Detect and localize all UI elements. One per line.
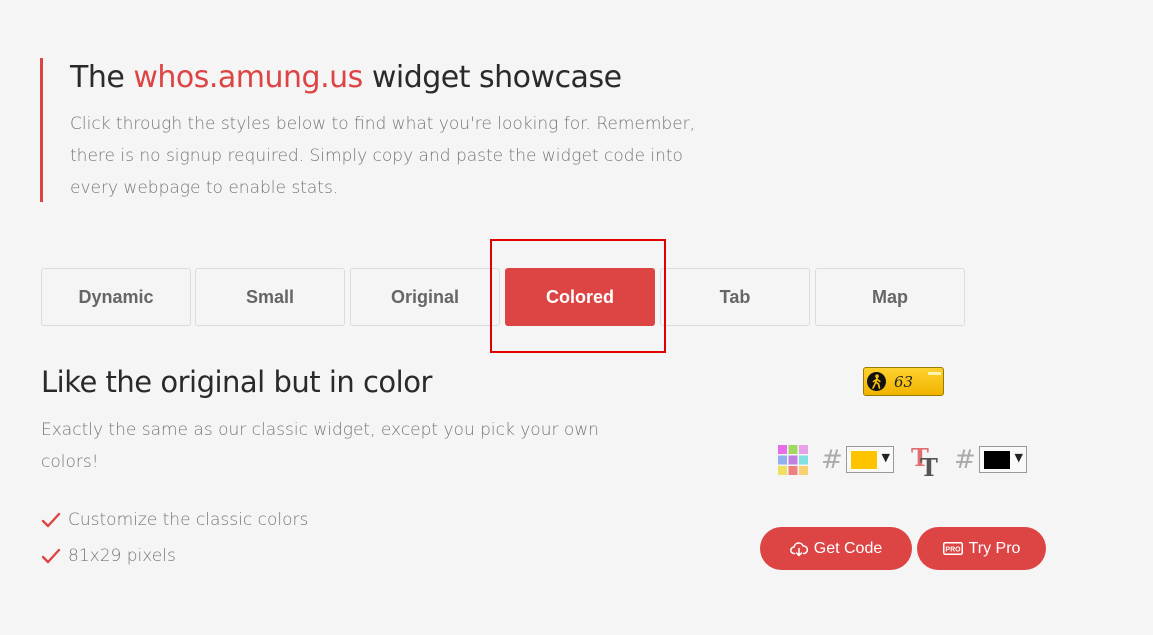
feature-label: Customize the classic colors — [68, 510, 309, 530]
tab-colored[interactable]: Colored — [505, 268, 655, 326]
background-color-swatch — [851, 451, 877, 469]
walking-person-icon — [867, 372, 886, 391]
title-suffix: widget showcase — [362, 60, 622, 95]
widget-preview: 63 — [863, 367, 944, 396]
intro-content: The whos.amung.us widget showcase Click … — [70, 58, 710, 204]
tab-dynamic[interactable]: Dynamic — [41, 268, 191, 326]
get-code-button[interactable]: Get Code — [760, 527, 912, 570]
feature-list: Customize the classic colors 81x29 pixel… — [41, 502, 308, 574]
tab-tab[interactable]: Tab — [660, 268, 810, 326]
try-pro-label: Try Pro — [968, 539, 1021, 557]
list-item: Customize the classic colors — [41, 502, 308, 538]
text-color-select[interactable]: ▼ — [979, 446, 1027, 473]
section-title: Like the original but in color — [41, 365, 432, 399]
intro-text: Click through the styles below to find w… — [70, 114, 696, 198]
hash-symbol: # — [954, 445, 976, 475]
try-pro-button[interactable]: PRO Try Pro — [917, 527, 1046, 570]
widget-highlight-bar — [928, 372, 941, 375]
background-color-select[interactable]: ▼ — [846, 446, 894, 473]
chevron-down-icon: ▼ — [881, 451, 890, 464]
widget-count: 63 — [894, 372, 914, 391]
tab-map[interactable]: Map — [815, 268, 965, 326]
title-prefix: The — [70, 60, 134, 95]
text-color-icon: T T — [911, 444, 938, 478]
get-code-label: Get Code — [813, 539, 883, 557]
checkmark-icon — [41, 512, 61, 528]
list-item: 81x29 pixels — [41, 538, 308, 574]
checkmark-icon — [41, 548, 61, 564]
pro-badge-text: PRO — [945, 547, 961, 554]
pro-badge-icon: PRO — [942, 542, 963, 555]
chevron-down-icon: ▼ — [1014, 451, 1023, 464]
hash-symbol: # — [821, 445, 843, 475]
intro-block: The whos.amung.us widget showcase Click … — [40, 58, 695, 202]
tab-original[interactable]: Original — [350, 268, 500, 326]
cloud-download-icon — [789, 541, 808, 556]
section-description: Exactly the same as our classic widget, … — [41, 420, 599, 472]
feature-label: 81x29 pixels — [68, 546, 176, 566]
brand-name: whos.amung.us — [133, 60, 363, 95]
page-title: The whos.amung.us widget showcase — [70, 58, 710, 98]
palette-icon — [778, 445, 808, 475]
tab-small[interactable]: Small — [195, 268, 345, 326]
text-color-swatch — [984, 451, 1010, 469]
svg-text:T: T — [920, 453, 938, 478]
